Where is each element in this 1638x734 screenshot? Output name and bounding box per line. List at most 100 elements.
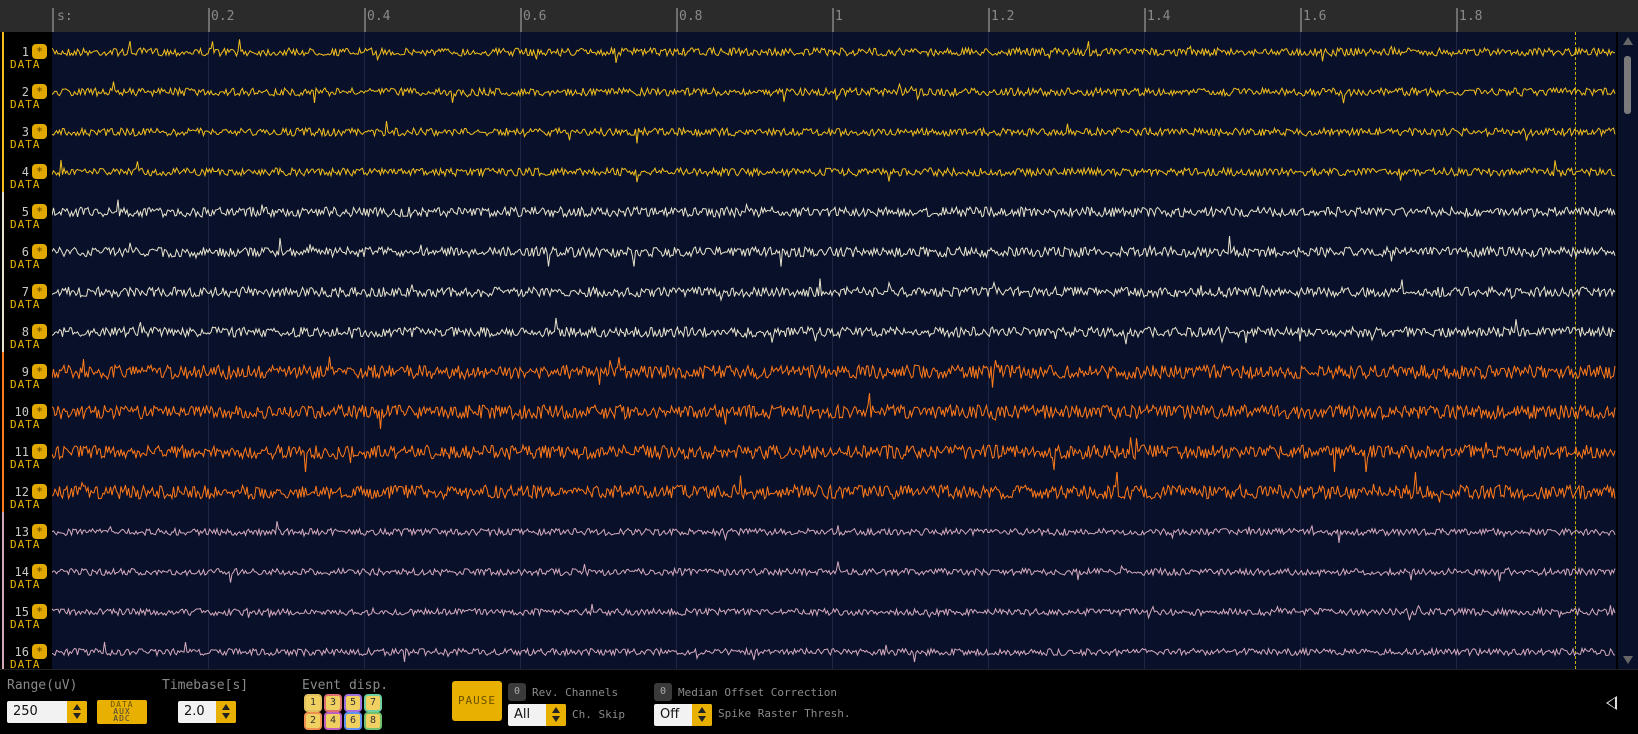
event-channel-4-button[interactable]: 4 [324,712,342,730]
channel-enable-icon[interactable]: * [32,84,47,99]
channel-number: 8 [21,325,29,339]
chevron-up-icon [698,707,706,713]
channel-row: 13 * DATA [0,512,1638,552]
channel-row: 10 * DATA [0,392,1638,432]
chevron-up-icon [552,707,560,713]
range-select[interactable]: 250 [7,701,87,723]
channel-label[interactable]: 13 * DATA [0,512,50,552]
rev-channels-toggle[interactable]: 0 [508,683,526,701]
pause-button[interactable]: PAUSE [452,681,502,721]
channel-label[interactable]: 7 * DATA [0,272,50,312]
channel-enable-icon[interactable]: * [32,244,47,259]
channel-label[interactable]: 8 * DATA [0,312,50,352]
channel-label[interactable]: 2 * DATA [0,72,50,112]
channel-enable-icon[interactable]: * [32,564,47,579]
chevron-up-icon [73,704,81,710]
channel-number: 1 [21,45,29,59]
data-type-adc[interactable]: ADC [97,715,147,723]
spike-raster-select[interactable]: Off [654,704,712,726]
scrollbar-thumb[interactable] [1624,56,1631,114]
channel-label[interactable]: 14 * DATA [0,552,50,592]
spike-raster-stepper[interactable] [692,704,712,726]
ruler-tick-label: 1 [835,9,843,24]
timebase-select[interactable]: 2.0 [178,701,236,723]
channel-enable-icon[interactable]: * [32,204,47,219]
channel-waveform [52,521,1616,543]
channel-label[interactable]: 1 * DATA [0,32,50,72]
channel-color-strip [2,472,4,512]
ruler-tick [364,8,366,32]
channel-skip-select[interactable]: All [508,704,566,726]
channel-enable-icon[interactable]: * [32,284,47,299]
channel-number: 3 [21,125,29,139]
vertical-scrollbar[interactable] [1618,32,1638,669]
channel-label[interactable]: 11 * DATA [0,432,50,472]
event-display-label: Event disp. [302,678,389,693]
channel-color-strip [2,272,4,312]
channel-enable-icon[interactable]: * [32,404,47,419]
channel-number: 4 [21,165,29,179]
channel-color-strip [2,112,4,152]
channel-enable-icon[interactable]: * [32,524,47,539]
range-value: 250 [13,704,38,719]
channel-label[interactable]: 16 * DATA [0,632,50,672]
waveform-path [52,39,1616,64]
channel-row: 11 * DATA [0,432,1638,472]
channel-label[interactable]: 9 * DATA [0,352,50,392]
event-channel-5-button[interactable]: 5 [344,694,362,712]
channel-enable-icon[interactable]: * [32,444,47,459]
channel-label[interactable]: 5 * DATA [0,192,50,232]
channel-row: 9 * DATA [0,352,1638,392]
channel-enable-icon[interactable]: * [32,164,47,179]
channel-label[interactable]: 4 * DATA [0,152,50,192]
spike-raster-label: Spike Raster Thresh. [718,707,851,720]
scroll-up-icon[interactable] [1623,37,1633,45]
channel-label[interactable]: 12 * DATA [0,472,50,512]
channel-color-strip [2,352,4,392]
channel-enable-icon[interactable]: * [32,324,47,339]
channel-number: 2 [21,85,29,99]
channel-row: 7 * DATA [0,272,1638,312]
scroll-down-icon[interactable] [1623,656,1633,664]
channel-row: 14 * DATA [0,552,1638,592]
channel-number: 10 [14,405,29,419]
channel-type: DATA [10,338,41,351]
event-channel-7-button[interactable]: 7 [364,694,382,712]
range-stepper[interactable] [67,701,87,723]
ruler-tick [520,8,522,32]
channel-enable-icon[interactable]: * [32,44,47,59]
waveform-path [52,81,1616,104]
event-channel-6-button[interactable]: 6 [344,712,362,730]
data-type-selector[interactable]: DATA AUX ADC [97,700,147,724]
channel-enable-icon[interactable]: * [32,644,47,659]
chevron-down-icon [73,713,81,719]
channel-label[interactable]: 15 * DATA [0,592,50,632]
time-ruler: s: 0.2 0.4 0.6 0.8 1 1.2 1.4 1.6 1.8 [0,0,1638,32]
channel-color-strip [2,512,4,552]
channel-row: 16 * DATA [0,632,1638,672]
timebase-stepper[interactable] [216,701,236,723]
waveform-path [52,561,1616,583]
event-channel-1-button[interactable]: 1 [304,694,322,712]
channel-type: DATA [10,258,41,271]
channel-label[interactable]: 3 * DATA [0,112,50,152]
channel-row: 8 * DATA [0,312,1638,352]
event-channel-8-button[interactable]: 8 [364,712,382,730]
channel-label[interactable]: 10 * DATA [0,392,50,432]
median-offset-toggle[interactable]: 0 [654,683,672,701]
channel-skip-value: All [514,707,531,722]
collapse-panel-icon[interactable] [1606,696,1617,710]
channel-enable-icon[interactable]: * [32,124,47,139]
channel-enable-icon[interactable]: * [32,364,47,379]
channel-waveform [52,236,1616,267]
event-channel-3-button[interactable]: 3 [324,694,342,712]
channel-skip-stepper[interactable] [546,704,566,726]
channel-row: 2 * DATA [0,72,1638,112]
trace-display[interactable]: 1 * DATA 2 * DATA 3 * DATA 4 * DATA 5 * DATA 6 * DATA 7 * DA… [0,32,1638,672]
channel-enable-icon[interactable]: * [32,484,47,499]
ruler-tick [676,8,678,32]
channel-enable-icon[interactable]: * [32,604,47,619]
event-channel-2-button[interactable]: 2 [304,712,322,730]
channel-number: 6 [21,245,29,259]
channel-label[interactable]: 6 * DATA [0,232,50,272]
